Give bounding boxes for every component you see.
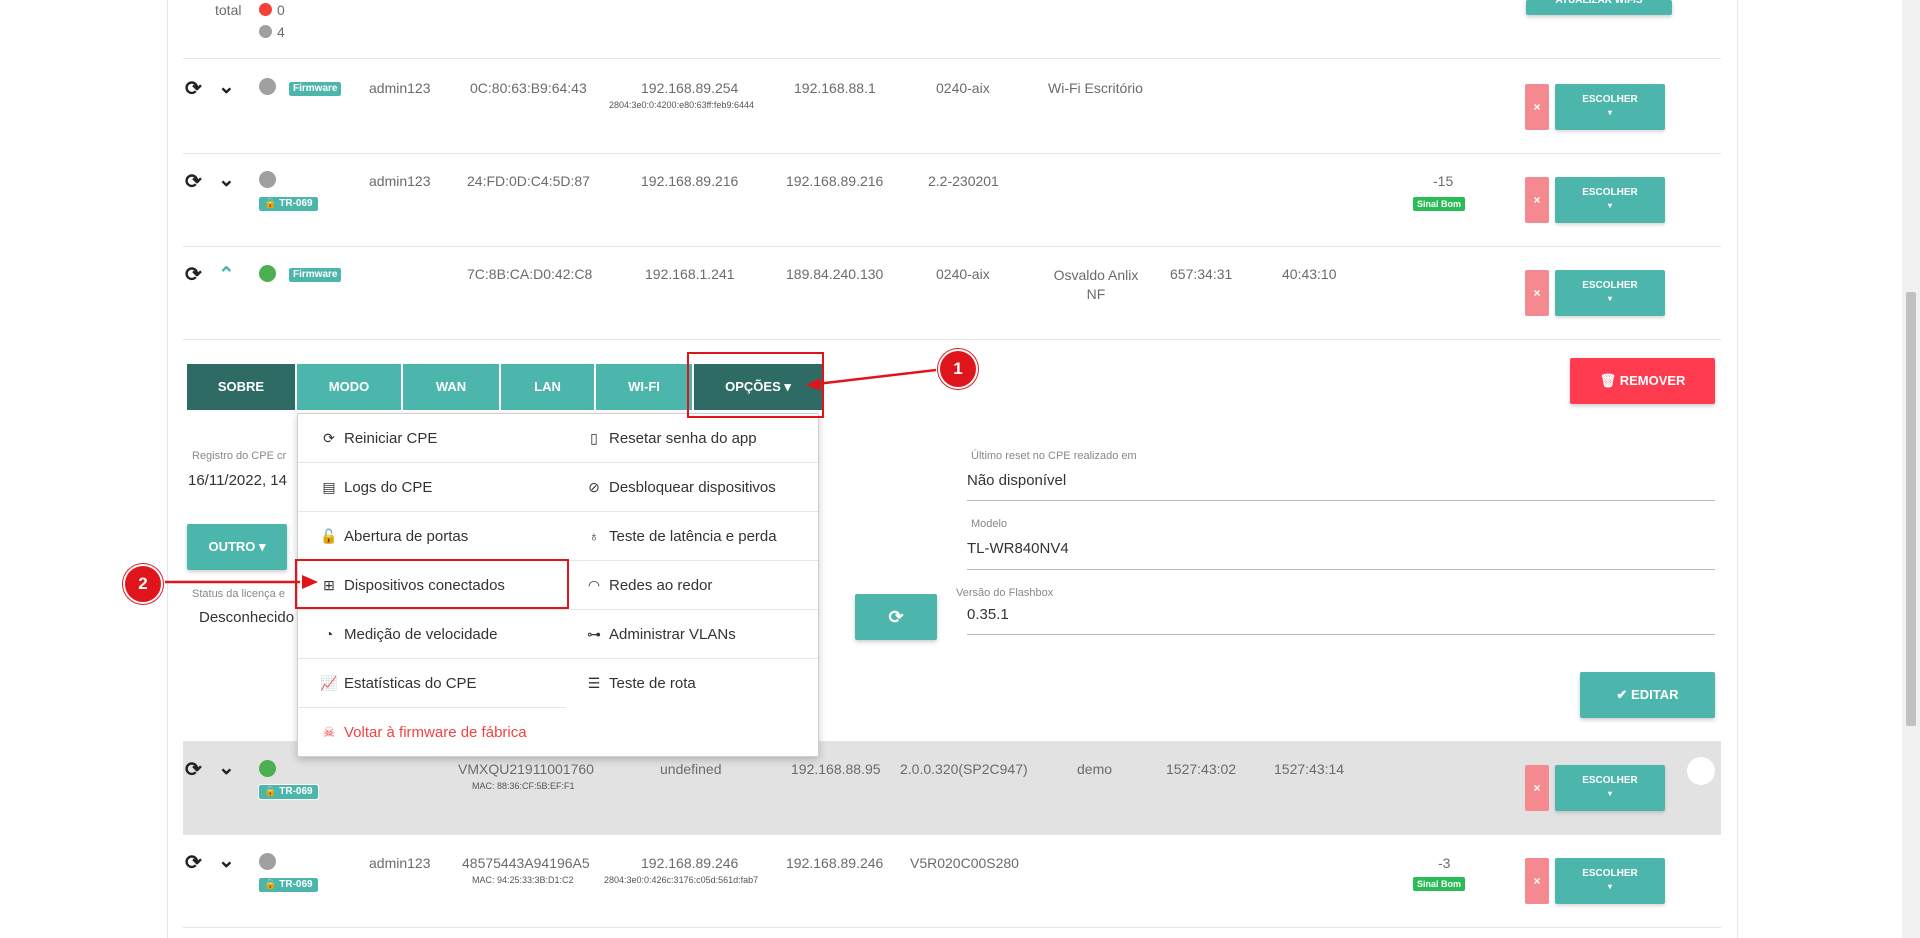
scrollbar-thumb[interactable]	[1906, 292, 1916, 726]
callout-badge-2: 2	[123, 564, 163, 604]
annotation-arrows	[165, 368, 937, 589]
callout-badge-1: 1	[938, 349, 978, 389]
